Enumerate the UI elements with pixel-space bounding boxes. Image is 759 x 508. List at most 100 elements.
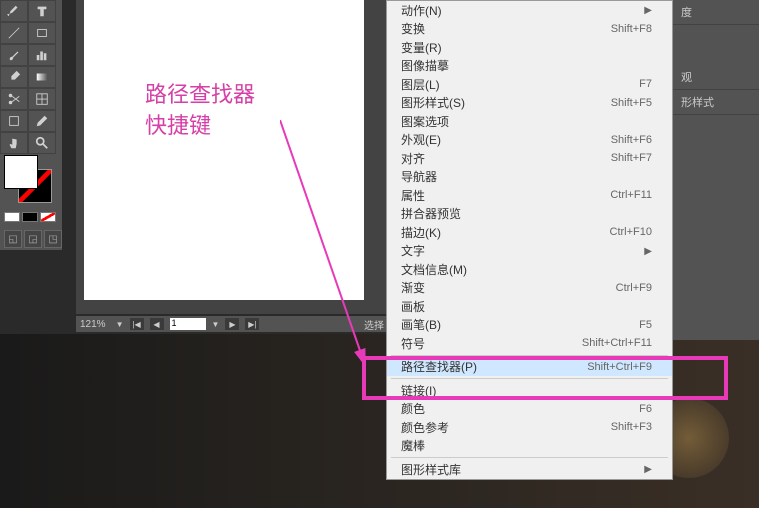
nav-next[interactable]: ▶ bbox=[225, 318, 239, 330]
tool-line[interactable] bbox=[0, 22, 28, 44]
canvas-area bbox=[76, 0, 386, 314]
menu-item[interactable]: 描边(K)Ctrl+F10 bbox=[387, 223, 672, 242]
sw-none[interactable] bbox=[40, 212, 56, 222]
nav-prev[interactable]: ◀ bbox=[150, 318, 164, 330]
menu-item-label: 图案选项 bbox=[401, 113, 449, 130]
menu-item-label: 链接(I) bbox=[401, 382, 436, 399]
menu-item-label: 外观(E) bbox=[401, 131, 441, 148]
menu-item-label: 导航器 bbox=[401, 168, 437, 185]
canvas[interactable] bbox=[84, 0, 364, 300]
tool-hand[interactable] bbox=[0, 132, 28, 154]
tool-rect[interactable] bbox=[28, 22, 56, 44]
tool-slice[interactable] bbox=[28, 88, 56, 110]
menu-item[interactable]: 画笔(B) F5 bbox=[387, 316, 672, 335]
mode-1[interactable]: ◱ bbox=[4, 230, 22, 248]
menu-item[interactable]: 文档信息(M) bbox=[387, 260, 672, 279]
menu-item-shortcut: ▶ bbox=[640, 463, 652, 475]
menu-item[interactable]: 图层(L) F7 bbox=[387, 75, 672, 94]
menu-item-label: 画板 bbox=[401, 298, 425, 315]
tool-pencil[interactable] bbox=[28, 110, 56, 132]
panel-tab-3[interactable]: 形样式 bbox=[673, 90, 759, 115]
menu-item[interactable]: 图像描摹 bbox=[387, 57, 672, 76]
menu-item-shortcut: Shift+F3 bbox=[611, 421, 652, 433]
menu-item-shortcut: Ctrl+F10 bbox=[610, 226, 653, 238]
menu-item-shortcut: Shift+Ctrl+F9 bbox=[587, 361, 652, 373]
tool-gradient[interactable] bbox=[28, 66, 56, 88]
tool-brush[interactable] bbox=[0, 44, 28, 66]
menu-item[interactable]: 渐变 Ctrl+F9 bbox=[387, 279, 672, 298]
menu-item[interactable]: 颜色参考 Shift+F3 bbox=[387, 418, 672, 437]
menu-item-shortcut: F7 bbox=[639, 78, 652, 90]
menu-item[interactable]: 动作(N)▶ bbox=[387, 1, 672, 20]
view-modes: ◱ ◲ ◳ bbox=[4, 230, 62, 248]
mode-2[interactable]: ◲ bbox=[24, 230, 42, 248]
menu-item[interactable]: 变量(R) bbox=[387, 38, 672, 57]
menu-item[interactable]: 外观(E) Shift+F6 bbox=[387, 131, 672, 150]
menu-item[interactable]: 图形样式库▶ bbox=[387, 460, 672, 479]
menu-item[interactable]: 路径查找器(P) Shift+Ctrl+F9 bbox=[387, 358, 672, 377]
menu-item[interactable]: 图案选项 bbox=[387, 112, 672, 131]
statusbar: 121% ▼ |◀ ◀ 1 ▼ ▶ ▶| 选择 bbox=[76, 316, 388, 332]
menu-item-shortcut: Shift+F8 bbox=[611, 23, 652, 35]
menu-item-label: 路径查找器(P) bbox=[401, 358, 477, 375]
menu-item-label: 变量(R) bbox=[401, 39, 442, 56]
menu-item-label: 魔棒 bbox=[401, 437, 425, 454]
menu-item[interactable]: 文字 ▶ bbox=[387, 242, 672, 261]
nav-last[interactable]: ▶| bbox=[245, 318, 259, 330]
menu-item-label: 属性 bbox=[401, 187, 425, 204]
menu-item-shortcut: Shift+Ctrl+F11 bbox=[582, 337, 652, 349]
menu-item-label: 符号 bbox=[401, 335, 425, 352]
mini-swatches bbox=[4, 212, 56, 222]
menu-item-label: 对齐 bbox=[401, 150, 425, 167]
menu-item-shortcut: F5 bbox=[639, 319, 652, 331]
tool-text[interactable] bbox=[28, 0, 56, 22]
tool-eyedrop[interactable] bbox=[0, 66, 28, 88]
sw-black[interactable] bbox=[22, 212, 38, 222]
menu-item[interactable]: 画板 bbox=[387, 297, 672, 316]
menu-item[interactable]: 链接(I) bbox=[387, 381, 672, 400]
nav-first[interactable]: |◀ bbox=[130, 318, 144, 330]
tool-artboard[interactable] bbox=[0, 110, 28, 132]
menu-item[interactable]: 拼合器预览 bbox=[387, 205, 672, 224]
tool-zoom[interactable] bbox=[28, 132, 56, 154]
menu-item-label: 颜色 bbox=[401, 400, 425, 417]
menu-item[interactable]: 导航器 bbox=[387, 168, 672, 187]
menu-item-label: 图形样式(S) bbox=[401, 94, 465, 111]
menu-item-shortcut: Shift+F5 bbox=[611, 97, 652, 109]
panel-tab-1[interactable]: 度 bbox=[673, 0, 759, 25]
menu-item[interactable]: 颜色 F6 bbox=[387, 400, 672, 419]
menu-item[interactable]: 魔棒 bbox=[387, 437, 672, 456]
menu-item[interactable]: 对齐 Shift+F7 bbox=[387, 149, 672, 168]
menu-separator bbox=[391, 355, 668, 356]
menu-item-shortcut: ▶ bbox=[640, 245, 652, 257]
menu-item-label: 画笔(B) bbox=[401, 316, 441, 333]
menu-item-shortcut: Ctrl+F11 bbox=[610, 189, 652, 201]
color-picker[interactable] bbox=[4, 155, 52, 203]
menu-item-label: 文字 bbox=[401, 242, 425, 259]
menu-item-shortcut: Shift+F6 bbox=[611, 134, 652, 146]
menu-item-shortcut: Ctrl+F9 bbox=[616, 282, 652, 294]
tool-pen[interactable] bbox=[0, 0, 28, 22]
menu-item-label: 拼合器预览 bbox=[401, 205, 461, 222]
menu-item-label: 图层(L) bbox=[401, 76, 440, 93]
menu-item-label: 渐变 bbox=[401, 279, 425, 296]
menu-item[interactable]: 属性 Ctrl+F11 bbox=[387, 186, 672, 205]
menu-item[interactable]: 图形样式(S) Shift+F5 bbox=[387, 94, 672, 113]
menu-separator bbox=[391, 378, 668, 379]
fg-color[interactable] bbox=[4, 155, 38, 189]
menu-item-label: 图像描摹 bbox=[401, 57, 449, 74]
zoom-level[interactable]: 121% bbox=[80, 319, 106, 330]
menu-item[interactable]: 符号 Shift+Ctrl+F11 bbox=[387, 334, 672, 353]
tool-scissors[interactable] bbox=[0, 88, 28, 110]
menu-item-label: 颜色参考 bbox=[401, 419, 449, 436]
menu-separator bbox=[391, 457, 668, 458]
menu-item-label: 动作(N) bbox=[401, 2, 442, 19]
panel-tab-2[interactable]: 观 bbox=[673, 65, 759, 90]
menu-item-shortcut: Shift+F7 bbox=[611, 152, 652, 164]
tool-graph[interactable] bbox=[28, 44, 56, 66]
menu-item[interactable]: 变换Shift+F8 bbox=[387, 20, 672, 39]
page-input[interactable]: 1 bbox=[170, 318, 206, 330]
mode-3[interactable]: ◳ bbox=[44, 230, 62, 248]
menu-item-shortcut: F6 bbox=[639, 403, 652, 415]
sw-white[interactable] bbox=[4, 212, 20, 222]
